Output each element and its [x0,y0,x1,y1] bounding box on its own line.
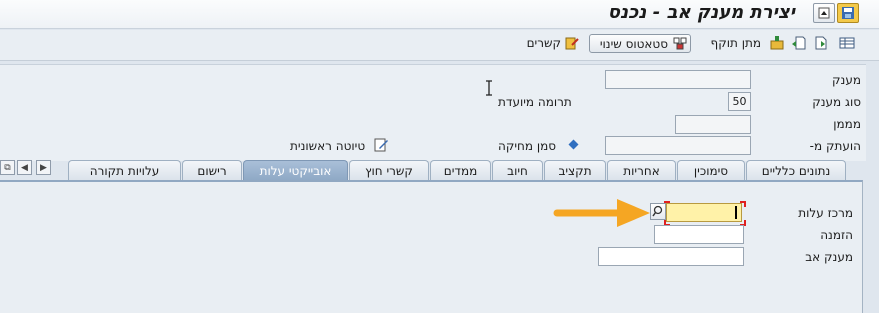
focus-corner-icon [740,201,746,207]
text-caret [735,206,737,219]
cost-center-field[interactable] [666,203,742,222]
tab-budget[interactable]: תקציב [544,160,606,180]
grant-type-description: תרומה מיועדת [498,95,572,109]
links-icon[interactable] [564,35,580,54]
grant-field[interactable] [605,70,751,89]
tab-cost-objects[interactable]: אובייקטי עלות [243,160,348,180]
save-icon[interactable] [837,3,859,23]
grant-label: מענק [832,73,861,87]
tab-general-data[interactable]: נתונים כלליים [746,160,846,180]
deletion-flag-label: סמן מחיקה [498,139,557,153]
status-change-label: סטאטוס שינוי [599,37,668,51]
parent-grant-label: מענק אב [805,250,853,264]
tab-overhead-costs[interactable]: עלויות תקורה [68,160,181,180]
text-cursor-icon [485,80,493,99]
tab-responsibility[interactable]: אחריות [607,160,676,180]
diamond-icon [568,139,579,153]
grant-type-label: סוג מענק [812,95,861,109]
order-field[interactable] [654,225,744,244]
tab-list-icon[interactable]: ⧉ [0,160,15,175]
copied-from-label: הועתק מ- [809,139,861,153]
copied-from-field[interactable] [605,136,751,155]
tab-scroll-right-icon[interactable]: ▶ [36,160,51,175]
tab-billing[interactable]: חיוב [492,160,543,180]
cost-center-label: מרכז עלות [798,206,853,220]
status-change-button[interactable]: סטאטוס שינוי [589,34,691,53]
pencil-icon [374,137,389,155]
page-title: יצירת מענק אב - נכנס [607,2,795,23]
links-label[interactable]: קשרים [527,36,561,50]
draft-label: טיוטה ראשונית [290,139,366,153]
tab-scroll-left-icon[interactable]: ◀ [17,160,32,175]
tab-posting[interactable]: רישום [182,160,242,180]
tab-dimensions[interactable]: ממדים [430,160,491,180]
tab-references[interactable]: סימוכין [677,160,745,180]
tab-external-relations[interactable]: קשרי חוץ [349,160,429,180]
validity-label[interactable]: מתן תוקף [711,36,761,50]
order-label: הזמנה [820,228,853,242]
table-icon[interactable] [839,36,855,53]
sponsor-label: מממן [833,117,861,131]
transfer-icon[interactable] [791,35,807,54]
menu-icon[interactable] [813,3,835,23]
arrow-annotation-icon [553,196,653,233]
sponsor-field[interactable] [675,115,751,134]
grant-type-field[interactable]: 50 [728,92,751,111]
parent-grant-field[interactable] [598,247,744,266]
validity-icon[interactable] [769,35,785,54]
status-icon [673,37,687,53]
new-icon[interactable] [813,35,829,54]
